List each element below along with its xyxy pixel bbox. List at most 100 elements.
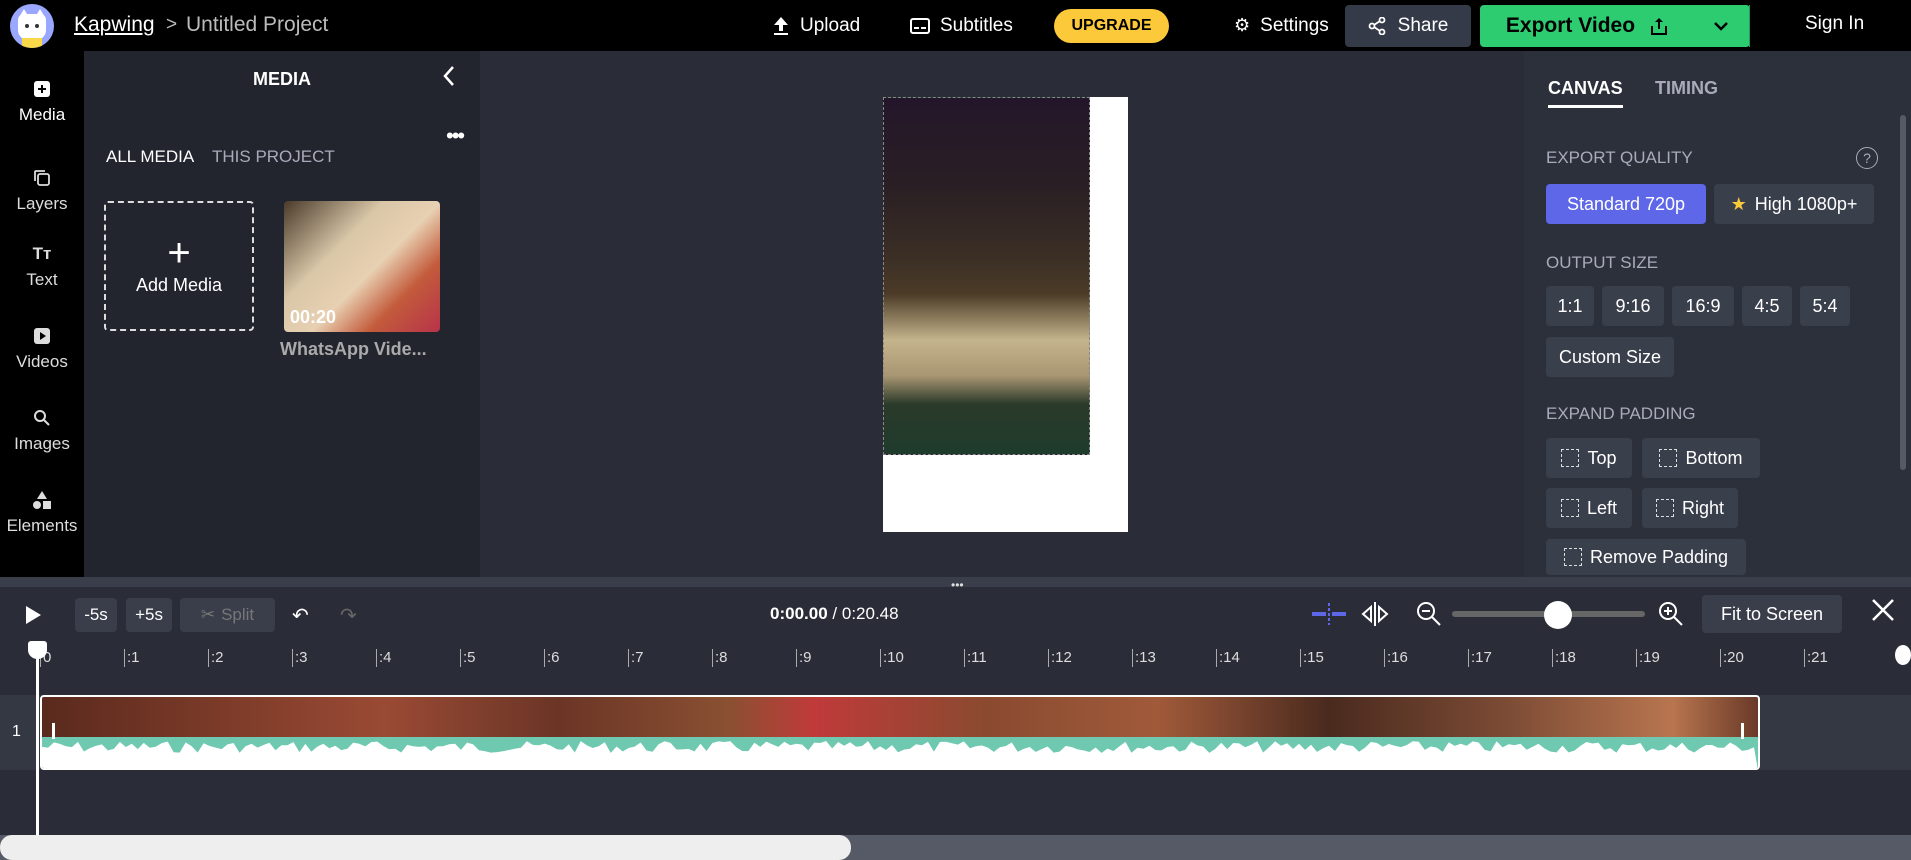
clip-trim-start-handle[interactable]: [52, 723, 55, 739]
more-options-icon[interactable]: •••: [446, 123, 465, 149]
upload-button[interactable]: Upload: [772, 0, 860, 51]
size-1-1-button[interactable]: 1:1: [1546, 286, 1594, 326]
elements-icon: [32, 490, 52, 510]
tab-this-project[interactable]: THIS PROJECT: [212, 147, 335, 167]
upload-icon: [774, 16, 788, 35]
add-media-button[interactable]: + Add Media: [104, 201, 254, 331]
zoom-slider-handle[interactable]: [1544, 601, 1573, 629]
videos-icon: [32, 326, 52, 346]
split-button[interactable]: ✂ Split: [180, 598, 275, 632]
ruler-tick: :6: [544, 649, 560, 667]
sidebar-item-media[interactable]: Media: [0, 79, 84, 125]
ruler-tick: :11: [964, 649, 987, 667]
sidebar-item-text[interactable]: Tт Text: [0, 244, 84, 290]
size-16-9-button[interactable]: 16:9: [1672, 286, 1734, 326]
media-duration: 00:20: [290, 307, 337, 327]
chevron-down-icon: [1714, 22, 1728, 31]
subtitles-button[interactable]: Subtitles: [910, 0, 1013, 51]
sign-in-link[interactable]: Sign In: [1805, 13, 1864, 35]
clip-trim-end-handle[interactable]: [1741, 723, 1744, 739]
size-4-5-button[interactable]: 4:5: [1742, 286, 1792, 326]
ruler-tick: :4: [376, 649, 392, 667]
timeline-ruler[interactable]: 0:1:2:3:4:5:6:7:8:9:10:11:12:13:14:15:16…: [0, 641, 1911, 675]
playback-controls: -5s +5s ✂ Split ↶ ↷ 0:00.00 / 0:20.48 Fi…: [0, 587, 1911, 641]
ruler-tick: :17: [1468, 649, 1492, 667]
sidebar-item-label: Text: [26, 270, 58, 289]
custom-size-button[interactable]: Custom Size: [1546, 337, 1674, 377]
settings-button[interactable]: ⚙ Settings: [1234, 0, 1329, 51]
playhead-handle[interactable]: [28, 641, 47, 659]
size-5-4-button[interactable]: 5:4: [1800, 286, 1850, 326]
time-display: 0:00.00 / 0:20.48: [770, 604, 899, 623]
ruler-tick: :3: [292, 649, 308, 667]
export-video-button[interactable]: Export Video: [1480, 5, 1750, 47]
kapwing-logo-icon[interactable]: [10, 4, 54, 48]
sidebar-item-elements[interactable]: Elements: [0, 490, 84, 536]
padding-right-button[interactable]: Right: [1642, 488, 1738, 528]
close-icon[interactable]: [1870, 597, 1896, 628]
fit-to-screen-button[interactable]: Fit to Screen: [1702, 595, 1842, 633]
timeline-tracks: 1: [0, 675, 1911, 860]
properties-panel: CANVAS TIMING EXPORT QUALITY ? Standard …: [1524, 51, 1911, 577]
current-time: 0:00.00: [770, 604, 828, 623]
sidebar-item-layers[interactable]: Layers: [0, 168, 84, 214]
share-button[interactable]: Share: [1345, 5, 1471, 47]
tab-all-media[interactable]: ALL MEDIA: [106, 147, 194, 167]
play-icon[interactable]: [24, 605, 42, 630]
sidebar-item-videos[interactable]: Videos: [0, 326, 84, 372]
padding-icon: [1561, 449, 1580, 467]
redo-icon[interactable]: ↷: [340, 603, 357, 628]
ruler-tick: :8: [712, 649, 728, 667]
padding-icon: [1659, 449, 1678, 467]
zoom-out-icon[interactable]: [1416, 601, 1442, 632]
split-view-icon[interactable]: [1360, 601, 1390, 632]
padding-left-button[interactable]: Left: [1546, 488, 1632, 528]
project-title[interactable]: Untitled Project: [186, 13, 328, 37]
help-icon[interactable]: ?: [1856, 147, 1878, 169]
media-thumbnail[interactable]: 00:20: [284, 201, 440, 332]
padding-bottom-label: Bottom: [1685, 447, 1743, 468]
padding-icon: [1563, 548, 1582, 566]
brand-link[interactable]: Kapwing: [74, 13, 155, 37]
tab-canvas[interactable]: CANVAS: [1548, 78, 1623, 108]
snap-icon[interactable]: [1310, 601, 1348, 632]
timeline-end-handle[interactable]: [1895, 645, 1911, 665]
properties-scrollbar[interactable]: [1900, 115, 1906, 470]
timeline-scrollbar[interactable]: [0, 835, 851, 860]
sidebar-item-images[interactable]: Images: [0, 408, 84, 454]
top-bar: Kapwing > Untitled Project Upload Subtit…: [0, 0, 1911, 51]
padding-bottom-button[interactable]: Bottom: [1642, 438, 1760, 478]
export-label: Export Video: [1505, 14, 1636, 37]
remove-padding-button[interactable]: Remove Padding: [1546, 539, 1746, 575]
video-layer[interactable]: [883, 97, 1090, 455]
zoom-in-icon[interactable]: [1658, 601, 1684, 632]
tab-timing[interactable]: TIMING: [1655, 78, 1718, 99]
ruler-tick: :12: [1048, 649, 1072, 667]
ruler-tick: :10: [880, 649, 904, 667]
text-icon: Tт: [32, 244, 52, 263]
ruler-tick: :5: [460, 649, 476, 667]
padding-icon: [1655, 499, 1674, 517]
quality-high-button[interactable]: ★ High 1080p+: [1714, 184, 1874, 224]
images-icon: [32, 408, 52, 428]
upgrade-button[interactable]: UPGRADE: [1054, 9, 1169, 43]
size-9-16-button[interactable]: 9:16: [1602, 286, 1664, 326]
chevron-left-icon[interactable]: [442, 65, 456, 93]
output-size-label: OUTPUT SIZE: [1546, 253, 1659, 272]
padding-top-button[interactable]: Top: [1546, 438, 1632, 478]
sidebar-item-label: Videos: [16, 352, 68, 371]
ruler-tick: :13: [1132, 649, 1156, 667]
media-filename: WhatsApp Vide...: [280, 339, 427, 359]
quality-standard-button[interactable]: Standard 720p: [1546, 184, 1706, 224]
padding-icon: [1560, 499, 1579, 517]
video-clip[interactable]: [40, 695, 1760, 770]
remove-padding-label: Remove Padding: [1589, 546, 1729, 567]
export-options-dropdown[interactable]: [1692, 5, 1750, 47]
rewind-5s-button[interactable]: -5s: [75, 598, 117, 632]
sidebar-item-label: Images: [14, 434, 70, 453]
undo-icon[interactable]: ↶: [292, 603, 309, 628]
playhead[interactable]: [36, 641, 39, 860]
sidebar-item-label: Elements: [6, 516, 78, 535]
ruler-tick: :19: [1636, 649, 1660, 667]
forward-5s-button[interactable]: +5s: [126, 598, 172, 632]
